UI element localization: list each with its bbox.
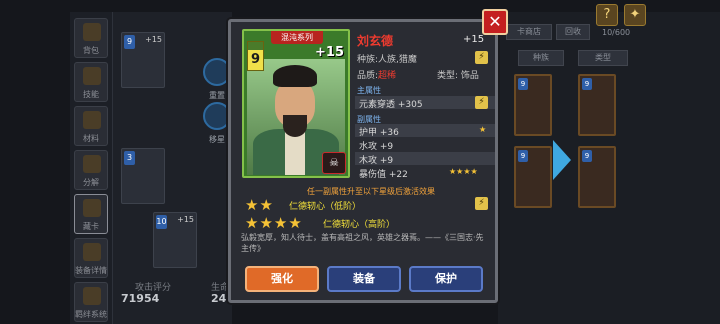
quality-info: 品质:超稀 [357, 71, 397, 81]
skill-icon [83, 67, 101, 85]
star-icon: ★★★★ [245, 214, 303, 232]
series-tag: 混沌系列 [271, 31, 323, 44]
card-icon [83, 199, 101, 217]
main-attr: 元素穿透 +305 [359, 100, 423, 110]
card-slot[interactable]: 9 [578, 146, 616, 208]
hero-name: 刘玄德 [357, 34, 394, 48]
lightning-icon[interactable]: ⚡ [475, 51, 488, 64]
equip-button[interactable]: 装备 [327, 266, 401, 292]
hero-quote: 弘毅宽厚，知人待士，盖有高祖之风，英雄之器焉。——《三国志·先主传》 [241, 233, 484, 253]
star-icon: ★★★★ [449, 167, 478, 176]
sub-attr: 水攻 +9 [359, 142, 394, 152]
set-effect-high: 仁德轫心（高阶） [323, 220, 396, 230]
material-icon [83, 111, 101, 129]
card-plus-level: +15 [315, 45, 344, 60]
bag-icon [83, 23, 101, 41]
side-menu: 背包 技能 材料 分解 藏卡 装备详情 羁绊系统 [70, 12, 112, 324]
type-info: 类型: 饰品 [437, 71, 479, 81]
recycle-button[interactable]: 回收 [556, 24, 590, 40]
next-arrow-icon[interactable] [553, 140, 571, 180]
sub-attr: 暴伤值 +22 [359, 170, 408, 180]
side-item-cards[interactable]: 藏卡 [74, 194, 108, 234]
protect-button[interactable]: 保护 [409, 266, 483, 292]
side-item-material[interactable]: 材料 [74, 106, 108, 146]
set-condition: 任一副属性升至以下星级后激活效果 [307, 187, 435, 196]
chest-button[interactable]: ✦ [624, 4, 646, 26]
side-item-bag[interactable]: 背包 [74, 18, 108, 58]
set-effect-low: 仁德轫心（低阶） [289, 202, 362, 212]
hero-plus: +15 [463, 34, 485, 45]
card-slot[interactable]: 9 [514, 74, 552, 136]
side-item-skill[interactable]: 技能 [74, 62, 108, 102]
star-icon: ★ [479, 125, 487, 134]
lightning-icon[interactable]: ⚡ [475, 96, 488, 109]
move-star-button[interactable] [203, 102, 231, 130]
mini-card[interactable]: 3 [121, 148, 165, 204]
close-icon[interactable]: ✕ [482, 9, 508, 35]
type-filter[interactable]: 类型 [578, 50, 628, 66]
side-item-decompose[interactable]: 分解 [74, 150, 108, 190]
hero-card: 混沌系列 9 +15 ☠ [242, 29, 350, 178]
equip-icon [83, 243, 101, 261]
strengthen-button[interactable]: 强化 [245, 266, 319, 292]
skull-icon: ☠ [322, 152, 346, 174]
bond-icon [83, 287, 101, 305]
card-shop-button[interactable]: 卡商店 [506, 24, 552, 40]
help-button[interactable]: ? [596, 4, 618, 26]
side-item-bond[interactable]: 羁绊系统 [74, 282, 108, 322]
card-slot[interactable]: 9 [514, 146, 552, 208]
mini-card[interactable]: 10 +15 [153, 212, 197, 268]
mini-card[interactable]: 9 +15 [121, 32, 165, 88]
right-panel: 卡商店 回收 10/600 种族 类型 9 9 9 9 [498, 12, 720, 324]
attack-score-value: 71954 [121, 292, 160, 305]
side-item-equip-detail[interactable]: 装备详情 [74, 238, 108, 278]
race-info: 种族:人族,猎魔 [357, 55, 417, 65]
card-count: 10/600 [602, 28, 631, 37]
card-slot[interactable]: 9 [578, 74, 616, 136]
card-detail-popup: 混沌系列 9 +15 ☠ 刘玄德 +15 种族:人族,猎魔 ⚡ 品质:超稀 类型… [228, 19, 498, 303]
main-attr-title: 主属性 [357, 86, 381, 95]
star-icon: ★★ [245, 196, 274, 214]
card-level-badge: 9 [247, 41, 264, 71]
race-filter[interactable]: 种族 [518, 50, 564, 66]
life-value: 24 [211, 292, 227, 305]
lightning-icon[interactable]: ⚡ [475, 197, 488, 210]
decompose-icon [83, 155, 101, 173]
card-list-panel: 9 +15 3 10 +15 重置 移星 攻击评分 71954 生命 24 [112, 12, 232, 324]
sub-attr: 木攻 +9 [359, 156, 394, 166]
sub-attr: 护甲 +36 [359, 128, 399, 138]
reset-button[interactable] [203, 58, 231, 86]
